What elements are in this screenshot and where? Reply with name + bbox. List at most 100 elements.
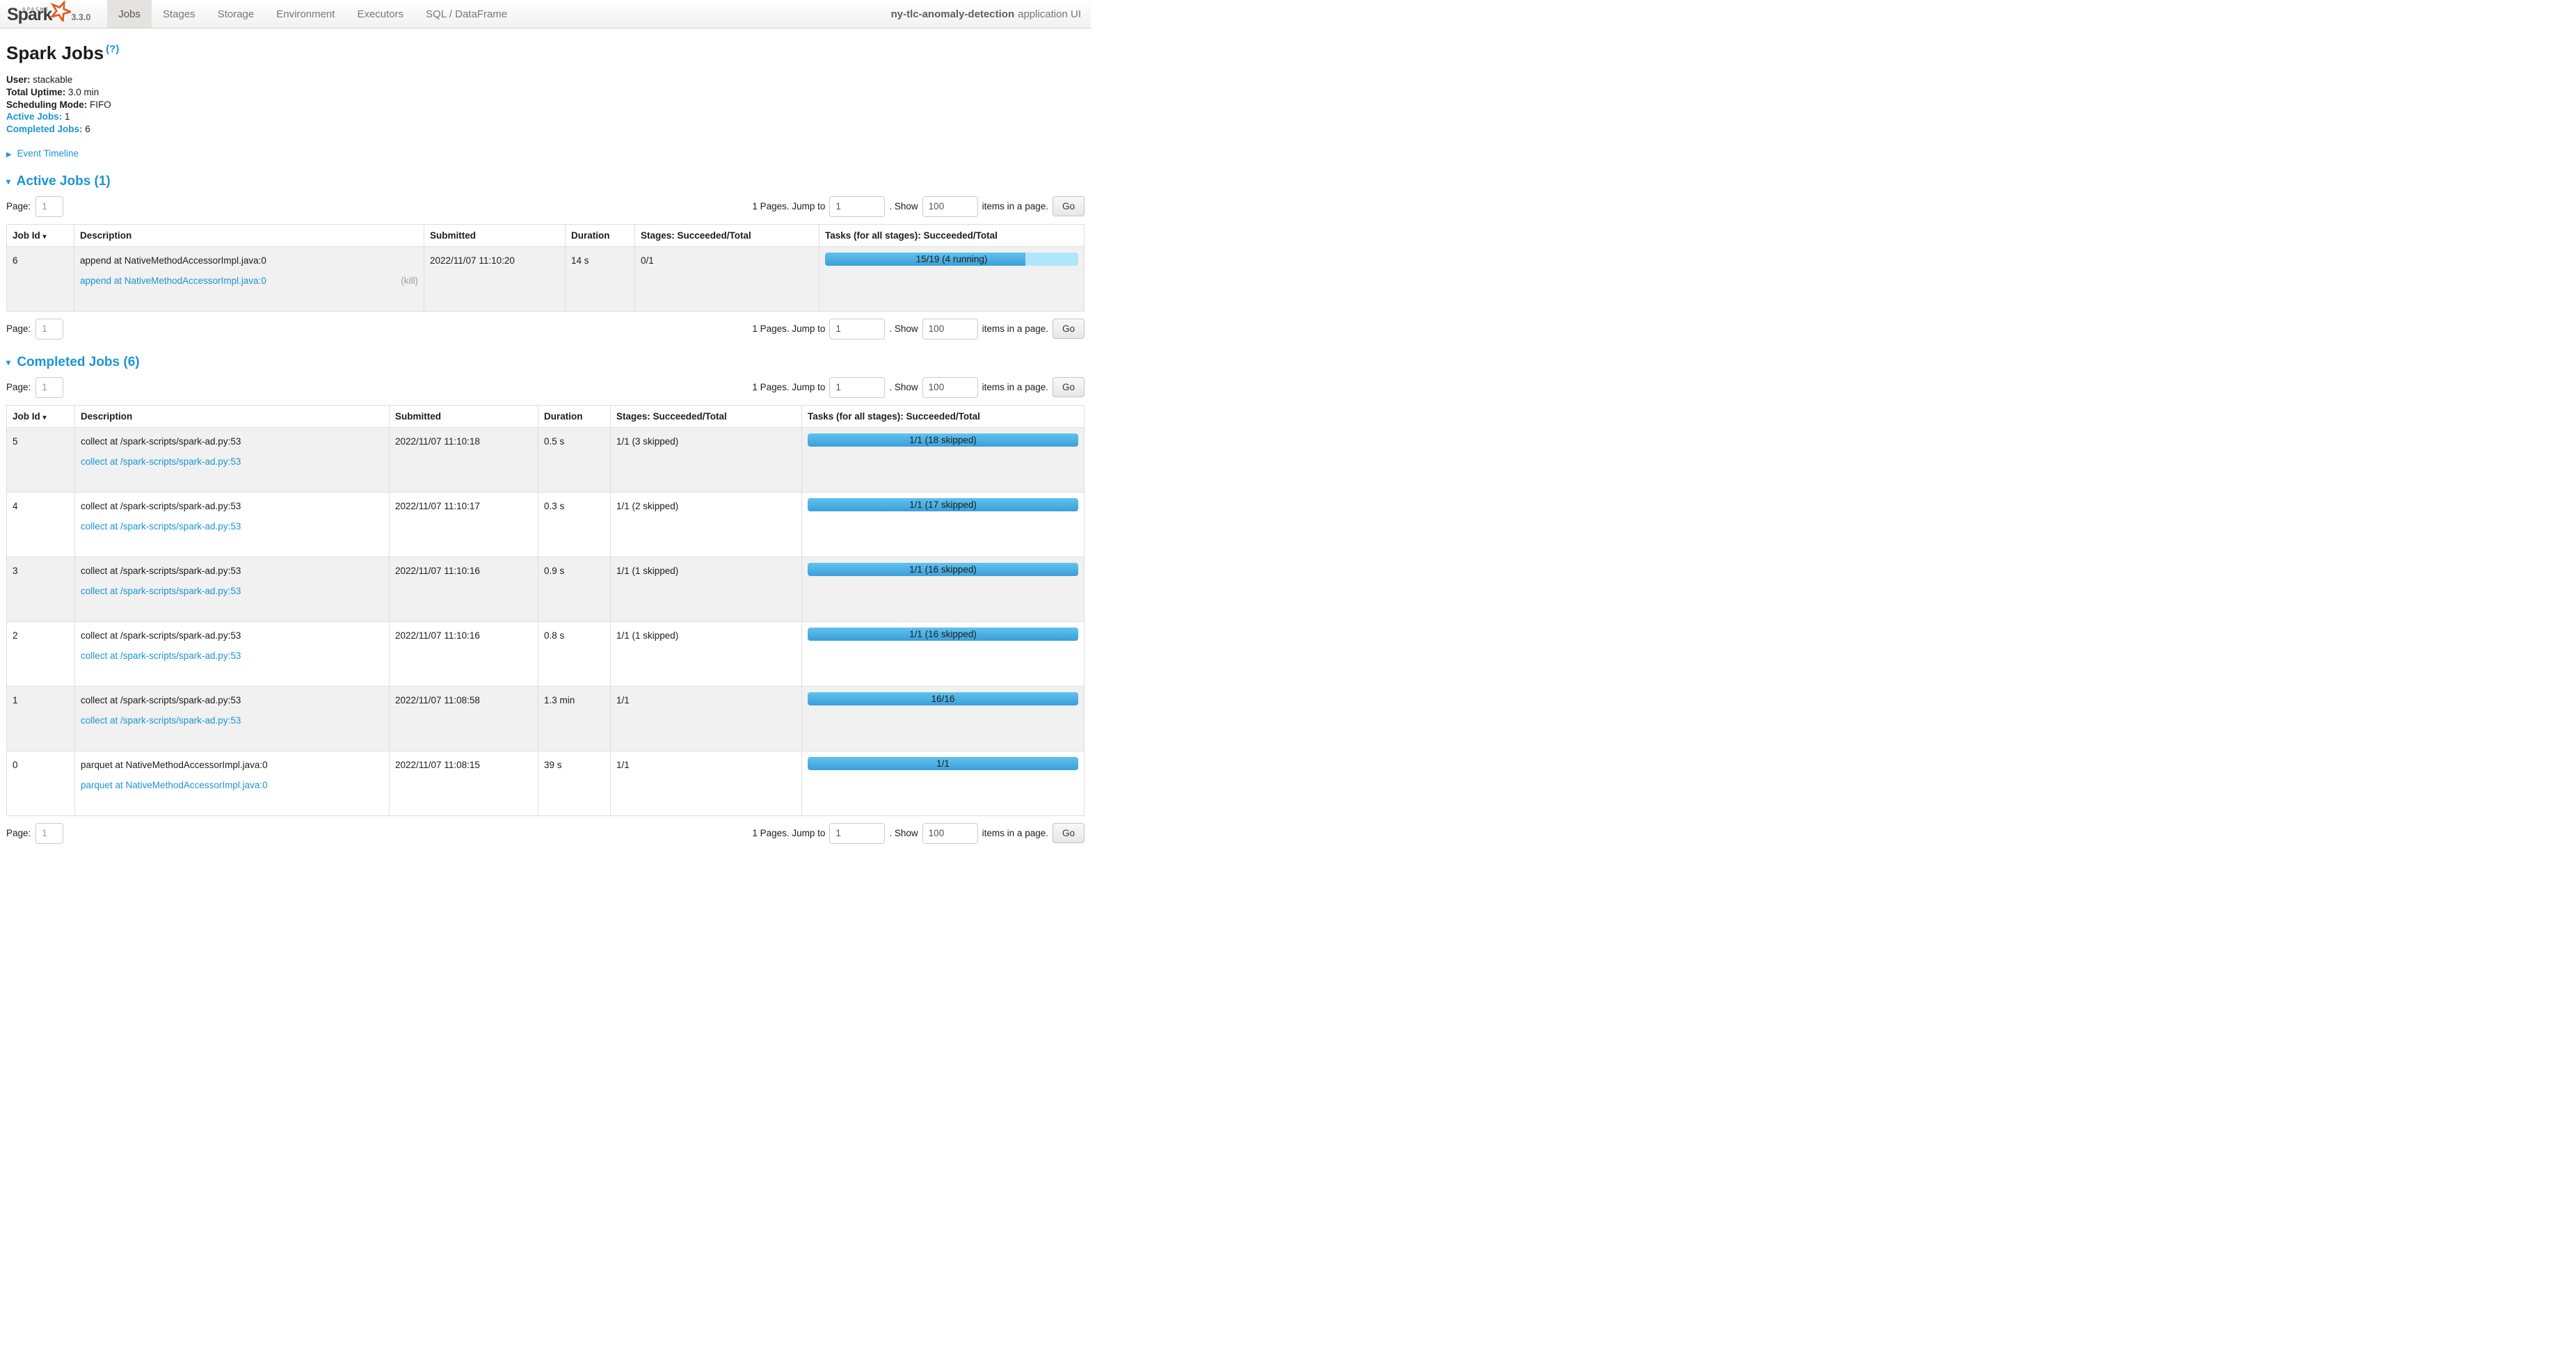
completed-job-row: 0 parquet at NativeMethodAccessorImpl.ja… [7,751,1085,815]
col-header-submitted[interactable]: Submitted [424,224,566,246]
col-header-tasks[interactable]: Tasks (for all stages): Succeeded/Total [819,224,1085,246]
stages-cell: 1/1 (1 skipped) [611,621,802,686]
tab-sql-dataframe[interactable]: SQL / DataFrame [415,0,518,28]
progress-label: 15/19 (4 running) [825,253,1078,266]
job-description-link[interactable]: parquet at NativeMethodAccessorImpl.java… [81,779,268,792]
progress-label: 1/1 (16 skipped) [808,628,1078,641]
duration-cell: 1.3 min [538,686,611,751]
job-description-link[interactable]: collect at /spark-scripts/spark-ad.py:53 [81,455,241,468]
jump-to-page-input[interactable] [829,319,885,340]
col-header-description[interactable]: Description [75,405,390,427]
completed-jobs-link[interactable]: Completed Jobs: [6,124,83,134]
job-id-cell: 4 [7,492,75,557]
job-description-text: append at NativeMethodAccessorImpl.java:… [80,254,418,267]
completed-job-row: 1 collect at /spark-scripts/spark-ad.py:… [7,686,1085,751]
col-header-duration[interactable]: Duration [566,224,635,246]
kill-link[interactable]: (kill) [401,274,418,287]
completed-job-row: 4 collect at /spark-scripts/spark-ad.py:… [7,492,1085,557]
jump-to-page-input[interactable] [829,823,885,844]
help-icon[interactable]: (?) [106,43,119,55]
active-jobs-link[interactable]: Active Jobs: [6,111,62,122]
col-header-stages[interactable]: Stages: Succeeded/Total [635,224,819,246]
stages-cell: 0/1 [635,246,819,311]
pages-count-text: 1 Pages. Jump to [752,201,825,211]
active-jobs-section-header[interactable]: ▾ Active Jobs (1) [6,174,1085,189]
items-per-page-input[interactable] [922,196,978,217]
page-label: Page: [6,201,31,211]
page-number-input[interactable] [35,319,63,340]
progress-label: 1/1 [808,757,1078,770]
go-button[interactable]: Go [1053,823,1085,843]
col-header-tasks[interactable]: Tasks (for all stages): Succeeded/Total [802,405,1085,427]
tasks-progress-bar: 1/1 (16 skipped) [808,628,1078,641]
description-cell: collect at /spark-scripts/spark-ad.py:53… [75,427,390,492]
page-number-input[interactable] [35,196,63,217]
tasks-cell: 1/1 (16 skipped) [802,557,1085,621]
go-button[interactable]: Go [1053,196,1085,216]
completed-job-row: 3 collect at /spark-scripts/spark-ad.py:… [7,557,1085,621]
apache-label: APACHE [22,7,49,12]
duration-cell: 0.5 s [538,427,611,492]
description-cell: collect at /spark-scripts/spark-ad.py:53… [75,557,390,621]
items-per-page-input[interactable] [922,319,978,340]
job-description-link[interactable]: collect at /spark-scripts/spark-ad.py:53 [81,649,241,662]
col-header-job-id[interactable]: Job Id ▾ [7,224,74,246]
job-description-text: collect at /spark-scripts/spark-ad.py:53 [81,564,383,577]
collapse-arrow-icon: ▾ [6,358,10,367]
items-text: items in a page. [982,382,1048,392]
submitted-cell: 2022/11/07 11:10:18 [390,427,538,492]
go-button[interactable]: Go [1053,377,1085,397]
jump-to-page-input[interactable] [829,377,885,398]
jump-to-page-input[interactable] [829,196,885,217]
completed-jobs-table: Job Id ▾ Description Submitted Duration … [6,405,1085,816]
sort-arrow-icon: ▾ [43,414,47,422]
event-timeline-toggle[interactable]: ▶ Event Timeline [6,148,1085,159]
job-description-text: collect at /spark-scripts/spark-ad.py:53 [81,435,383,448]
job-description-link[interactable]: collect at /spark-scripts/spark-ad.py:53 [81,520,241,533]
tab-jobs[interactable]: Jobs [107,0,152,28]
progress-label: 1/1 (18 skipped) [808,433,1078,447]
page-number-input[interactable] [35,823,63,844]
completed-job-row: 5 collect at /spark-scripts/spark-ad.py:… [7,427,1085,492]
tasks-progress-bar: 15/19 (4 running) [825,253,1078,266]
col-header-job-id[interactable]: Job Id ▾ [7,405,75,427]
col-header-duration[interactable]: Duration [538,405,611,427]
description-cell: parquet at NativeMethodAccessorImpl.java… [75,751,390,815]
navbar: APACHE Spark 3.3.0 Jobs Stages Storage E… [0,0,1091,29]
tasks-cell: 1/1 [802,751,1085,815]
tab-environment[interactable]: Environment [265,0,346,28]
duration-cell: 14 s [566,246,635,311]
tab-storage[interactable]: Storage [207,0,266,28]
col-header-description[interactable]: Description [74,224,424,246]
progress-label: 1/1 (16 skipped) [808,563,1078,576]
job-description-link[interactable]: collect at /spark-scripts/spark-ad.py:53 [81,714,241,727]
application-name: ny-tlc-anomaly-detection [891,8,1015,20]
pages-count-text: 1 Pages. Jump to [752,382,825,392]
job-description-link[interactable]: collect at /spark-scripts/spark-ad.py:53 [81,584,241,598]
description-cell: collect at /spark-scripts/spark-ad.py:53… [75,686,390,751]
duration-cell: 0.8 s [538,621,611,686]
items-per-page-input[interactable] [922,823,978,844]
tasks-cell: 16/16 [802,686,1085,751]
job-description-text: collect at /spark-scripts/spark-ad.py:53 [81,500,383,513]
page-number-input[interactable] [35,377,63,398]
job-description-text: collect at /spark-scripts/spark-ad.py:53 [81,629,383,642]
tab-executors[interactable]: Executors [346,0,415,28]
sort-arrow-icon: ▾ [43,233,47,241]
active-table-pagination-bottom: Page: 1 Pages. Jump to . Show items in a… [6,319,1085,340]
completed-jobs-section-header[interactable]: ▾ Completed Jobs (6) [6,355,1085,370]
stages-cell: 1/1 [611,751,802,815]
items-per-page-input[interactable] [922,377,978,398]
completed-table-header-row: Job Id ▾ Description Submitted Duration … [7,405,1085,427]
spark-brand: APACHE Spark 3.3.0 [0,0,97,28]
job-summary: User: stackable Total Uptime: 3.0 min Sc… [6,74,1085,136]
job-description-link[interactable]: append at NativeMethodAccessorImpl.java:… [80,274,266,287]
col-header-submitted[interactable]: Submitted [390,405,538,427]
spark-logo: APACHE Spark [7,3,65,26]
application-title: ny-tlc-anomaly-detection application UI [891,0,1091,28]
go-button[interactable]: Go [1053,319,1085,339]
tasks-progress-bar: 16/16 [808,692,1078,705]
col-header-stages[interactable]: Stages: Succeeded/Total [611,405,802,427]
tab-stages[interactable]: Stages [152,0,207,28]
submitted-cell: 2022/11/07 11:10:16 [390,557,538,621]
